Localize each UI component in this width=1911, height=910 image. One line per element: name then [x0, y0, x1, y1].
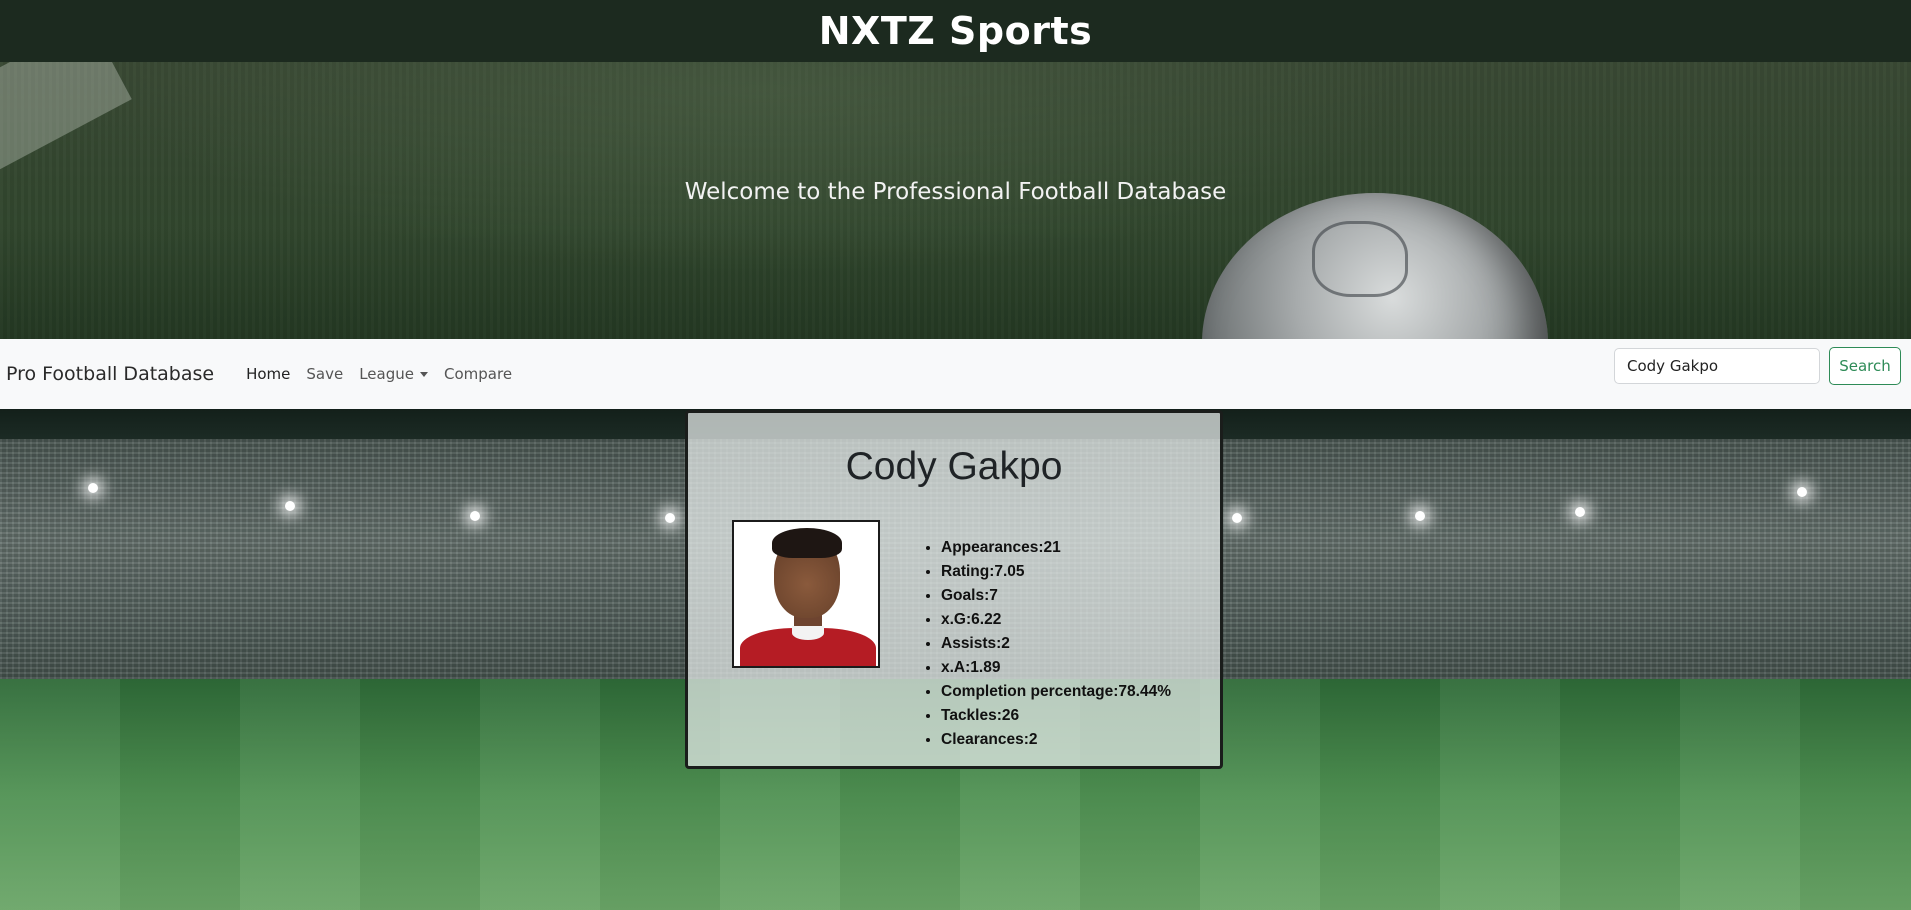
nav-home-link[interactable]: Home — [238, 365, 298, 383]
floodlight — [88, 483, 98, 493]
football-image — [1202, 193, 1548, 339]
floodlight — [285, 501, 295, 511]
nav-save-link[interactable]: Save — [298, 365, 351, 383]
player-hair — [772, 528, 842, 558]
main-navbar: Pro Football Database Home Save League C… — [0, 339, 1911, 409]
stat-xa: x.A:1.89 — [941, 656, 1171, 680]
stat-assists: Assists:2 — [941, 632, 1171, 656]
caret-down-icon — [420, 372, 428, 377]
stat-tackles: Tackles:26 — [941, 704, 1171, 728]
player-stats-list: Appearances:21 Rating:7.05 Goals:7 x.G:6… — [920, 536, 1171, 752]
floodlight — [665, 513, 675, 523]
player-card: Cody Gakpo Appearances:21 Rating:7.05 Go… — [685, 410, 1223, 769]
floodlight — [1232, 513, 1242, 523]
floodlight — [1797, 487, 1807, 497]
nav-compare-link[interactable]: Compare — [436, 365, 520, 383]
search-input[interactable] — [1614, 348, 1820, 384]
search-button[interactable]: Search — [1829, 347, 1901, 385]
floodlight — [1415, 511, 1425, 521]
floodlight — [1575, 507, 1585, 517]
hero-corner-flag — [0, 62, 132, 175]
site-header: NXTZ Sports — [0, 0, 1911, 62]
welcome-text: Welcome to the Professional Football Dat… — [684, 179, 1227, 205]
nav-league-label: League — [359, 365, 414, 383]
floodlight — [470, 511, 480, 521]
search-form: Search — [1614, 347, 1901, 385]
stat-xg: x.G:6.22 — [941, 608, 1171, 632]
nav-league-dropdown[interactable]: League — [351, 365, 436, 383]
player-photo — [732, 520, 880, 668]
hero-banner: Welcome to the Professional Football Dat… — [0, 62, 1911, 339]
stat-rating: Rating:7.05 — [941, 560, 1171, 584]
nav-links: Home Save League Compare — [238, 365, 520, 383]
stat-completion: Completion percentage:78.44% — [941, 680, 1171, 704]
jersey-collar — [792, 626, 824, 640]
stat-goals: Goals:7 — [941, 584, 1171, 608]
site-title: NXTZ Sports — [818, 9, 1093, 53]
player-name: Cody Gakpo — [845, 445, 1063, 488]
stat-clearances: Clearances:2 — [941, 728, 1171, 752]
navbar-brand[interactable]: Pro Football Database — [6, 363, 214, 385]
stat-appearances: Appearances:21 — [941, 536, 1171, 560]
